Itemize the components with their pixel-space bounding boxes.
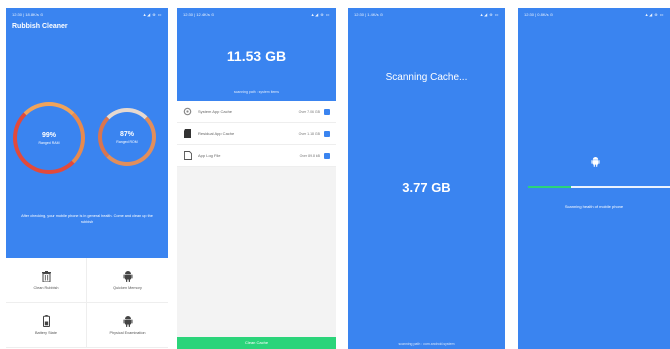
phone-health-scan: 12:30 | 0.8K/s ⊙ ▲◢ ⊕ ▭ Scanning health … [518, 8, 670, 349]
tile-label: Quicken Memory [113, 286, 142, 290]
health-progress-bar [528, 186, 670, 188]
status-bar: 12:30 | 18.8K/s ⊙ ▲◢ ⊕ ▭ [6, 8, 168, 20]
cache-header: 12:30 | 12.4K/s ⊙ ▲◢ ⊕ ▭ 11.53 GB scanni… [177, 8, 336, 101]
list-item[interactable]: Residual App Cache Over 1.18 GB [177, 123, 336, 145]
rom-percent: 87% [119, 130, 134, 138]
rom-gauge: 87% Ranged ROM [98, 108, 156, 166]
checkbox[interactable] [324, 152, 330, 159]
phone-home-screen: 12:30 | 18.8K/s ⊙ ▲◢ ⊕ ▭ Rubbish Cleaner… [6, 8, 168, 349]
tile-label: Battery State [35, 331, 57, 335]
ram-gauge: 99% Ranged RAM [13, 102, 85, 174]
item-size: Over 89.8 kB [299, 153, 320, 158]
tile-quicken-memory[interactable]: Quicken Memory [87, 258, 168, 303]
battery-icon [40, 315, 52, 327]
android-icon [591, 154, 600, 167]
tile-label: Physical Examination [109, 331, 146, 335]
status-time: 12:30 | 1.4K/s ⊙ [354, 11, 384, 17]
gear-icon [183, 107, 192, 116]
phone-cache-results: 12:30 | 12.4K/s ⊙ ▲◢ ⊕ ▭ 11.53 GB scanni… [177, 8, 336, 349]
tile-label: Clean Rubbish [33, 286, 59, 290]
tile-clean-rubbish[interactable]: Clean Rubbish [6, 258, 87, 303]
status-bar: 12:30 | 0.8K/s ⊙ ▲◢ ⊕ ▭ [518, 8, 670, 20]
android-icon [122, 315, 134, 327]
status-bar: 12:30 | 12.4K/s ⊙ ▲◢ ⊕ ▭ [177, 8, 336, 20]
rom-label: Ranged ROM [116, 139, 138, 144]
checkbox[interactable] [324, 108, 330, 115]
item-name: App Log File [198, 153, 221, 158]
list-item[interactable]: System App Cache Over 7.06 GB [177, 101, 336, 123]
tile-physical-examination[interactable]: Physical Examination [87, 303, 168, 348]
status-icons: ▲◢ ⊕ ▭ [644, 11, 664, 17]
cache-list: System App Cache Over 7.06 GB Residual A… [177, 101, 336, 167]
checkbox[interactable] [324, 130, 330, 137]
item-name: System App Cache [198, 109, 233, 114]
scanning-title: Scanning Cache... [385, 72, 468, 83]
status-icons: ▲◢ ⊕ ▭ [310, 11, 330, 17]
phone-scanning-cache: 12:30 | 1.4K/s ⊙ ▲◢ ⊕ ▭ Scanning Cache..… [348, 8, 505, 349]
health-hint: After checking, your mobile phone is in … [21, 214, 153, 224]
progress-fill [528, 186, 571, 188]
tile-battery-state[interactable]: Battery State [6, 303, 87, 348]
status-bar: 12:30 | 1.4K/s ⊙ ▲◢ ⊕ ▭ [348, 8, 505, 20]
android-icon [122, 270, 134, 282]
scanned-size: 3.77 GB [402, 180, 451, 195]
cache-total-size: 11.53 GB [226, 48, 287, 64]
list-item[interactable]: App Log File Over 89.8 kB [177, 145, 336, 167]
item-name: Residual App Cache [198, 131, 235, 136]
scanning-path: scanning path : com.android.system [398, 342, 455, 346]
feature-grid: Clean Rubbish Quicken Memory Battery Sta… [6, 258, 168, 348]
status-time: 12:30 | 0.8K/s ⊙ [524, 11, 554, 17]
app-title: Rubbish Cleaner [12, 23, 68, 30]
scanning-path: scanning path : system items [233, 90, 280, 94]
ram-percent: 99% [41, 131, 56, 139]
clean-cache-button[interactable]: Clean Cache [177, 337, 336, 349]
file-icon [183, 151, 192, 160]
health-scan-text: Scanning health of mobile phone [564, 204, 624, 209]
ram-label: Ranged RAM [38, 140, 60, 145]
trash-icon [40, 270, 52, 282]
status-icons: ▲◢ ⊕ ▭ [479, 11, 499, 17]
home-header: 12:30 | 18.8K/s ⊙ ▲◢ ⊕ ▭ Rubbish Cleaner… [6, 8, 168, 258]
item-size: Over 1.18 GB [298, 131, 320, 136]
status-icons: ▲◢ ⊕ ▭ [142, 11, 162, 17]
status-time: 12:30 | 18.8K/s ⊙ [12, 11, 44, 17]
item-size: Over 7.06 GB [298, 109, 320, 114]
status-time: 12:30 | 12.4K/s ⊙ [183, 11, 215, 17]
sd-card-icon [183, 129, 192, 138]
